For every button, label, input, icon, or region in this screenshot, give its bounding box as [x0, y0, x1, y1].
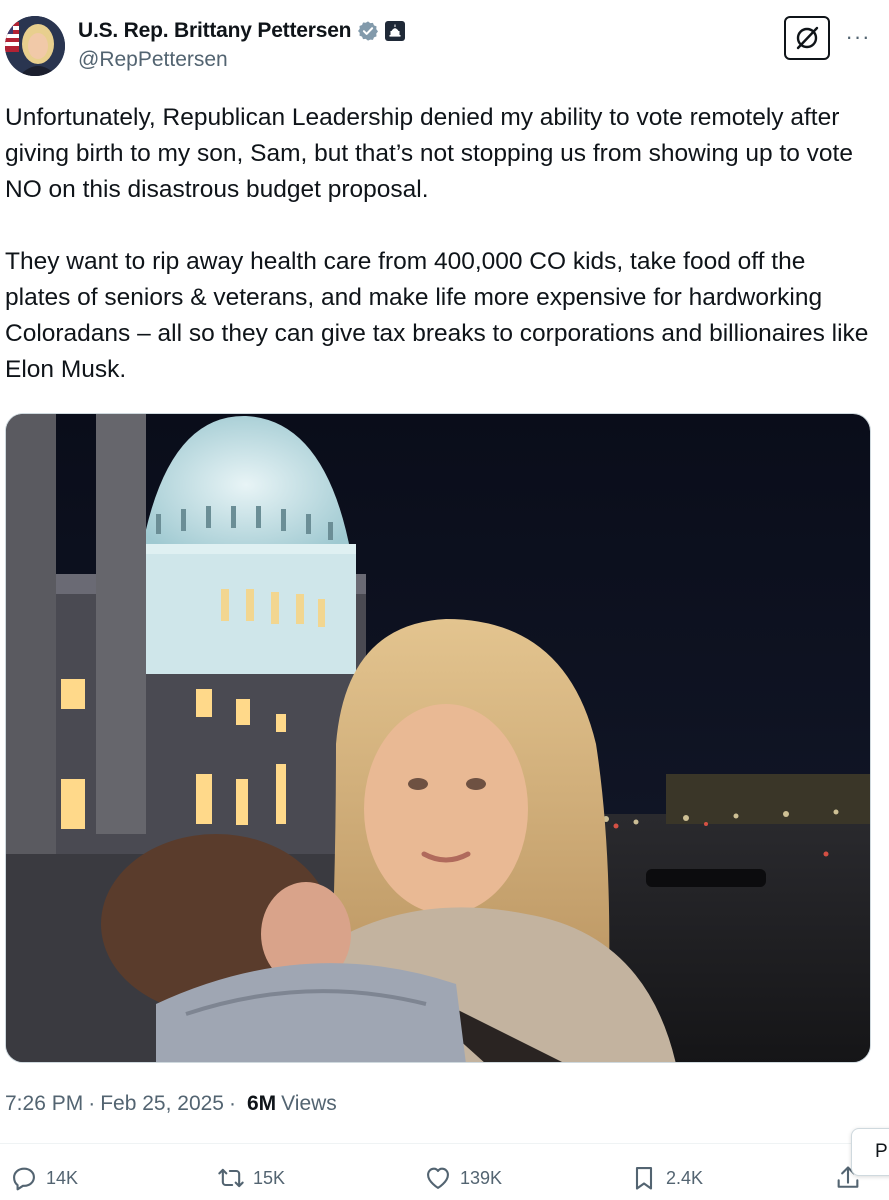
bookmark-count: 2.4K: [666, 1167, 704, 1188]
tweet-time[interactable]: 7:26 PM: [5, 1092, 83, 1116]
action-bar: 14K 15K 139K 2.4K: [0, 1158, 889, 1198]
meta-separator: ·: [88, 1092, 96, 1115]
reply-button[interactable]: 14K: [10, 1158, 78, 1198]
tweet-header: U.S. Rep. Brittany Pettersen @RepPetters…: [0, 0, 889, 90]
more-options-button[interactable]: ···: [843, 22, 873, 52]
like-count: 139K: [460, 1167, 503, 1188]
repost-count: 15K: [253, 1167, 286, 1188]
views-label: Views: [281, 1092, 337, 1115]
reply-icon: [13, 1167, 35, 1191]
like-button[interactable]: 139K: [424, 1158, 502, 1198]
tweet-paragraph-1: Unfortunately, Republican Leadership den…: [5, 104, 853, 203]
display-name[interactable]: U.S. Rep. Brittany Pettersen: [78, 19, 352, 43]
repost-button[interactable]: 15K: [217, 1158, 285, 1198]
repost-icon: [218, 1168, 244, 1188]
verified-badge-icon: [358, 21, 379, 41]
floating-popup[interactable]: P: [851, 1128, 889, 1176]
government-capitol-badge-icon: [385, 21, 406, 41]
views-count[interactable]: 6M: [247, 1092, 276, 1116]
tweet-meta: 7:26 PM · Feb 25, 2025 · 6M Views: [5, 1090, 337, 1118]
tweet-text: Unfortunately, Republican Leadership den…: [5, 100, 875, 388]
name-row: U.S. Rep. Brittany Pettersen: [78, 18, 406, 44]
tweet-photo[interactable]: [5, 413, 871, 1063]
meta-separator: ·: [228, 1092, 236, 1115]
grok-icon: [796, 26, 819, 50]
bookmark-button[interactable]: 2.4K: [630, 1158, 703, 1198]
reply-count: 14K: [46, 1167, 79, 1188]
bookmark-icon: [635, 1167, 653, 1190]
heart-icon: [427, 1167, 449, 1189]
tweet-date[interactable]: Feb 25, 2025: [100, 1092, 224, 1116]
divider: [0, 1143, 889, 1144]
tweet-paragraph-2: They want to rip away health care from 4…: [5, 248, 869, 383]
avatar[interactable]: [5, 16, 65, 76]
author-handle[interactable]: @RepPettersen: [78, 48, 228, 72]
grok-button[interactable]: [784, 16, 830, 60]
